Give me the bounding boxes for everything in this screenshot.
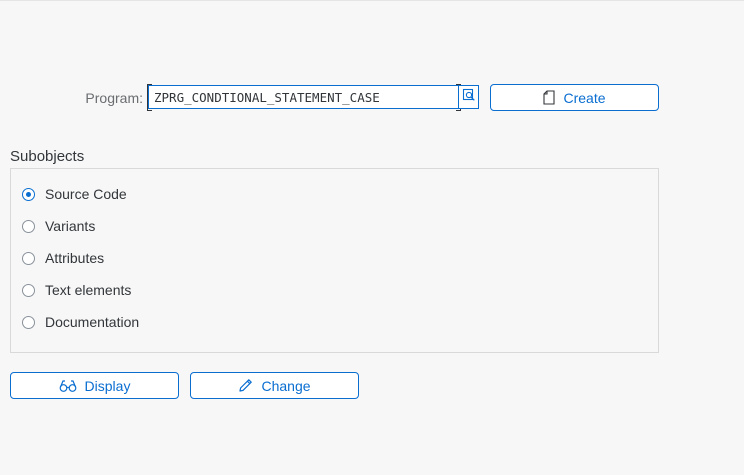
radio-label: Variants — [45, 218, 96, 234]
radio-button-checked[interactable] — [22, 187, 35, 201]
display-button[interactable]: Display — [10, 372, 179, 399]
glasses-icon — [59, 379, 77, 393]
radio-label: Source Code — [45, 186, 127, 202]
radio-text-elements[interactable]: Text elements — [22, 280, 131, 300]
subobjects-title: Subobjects — [10, 148, 85, 165]
program-label: Program: — [85, 90, 143, 106]
value-help-icon — [462, 88, 476, 107]
radio-source-code[interactable]: Source Code — [22, 184, 127, 204]
radio-button[interactable] — [22, 283, 35, 297]
program-input[interactable] — [154, 90, 454, 105]
radio-attributes[interactable]: Attributes — [22, 248, 104, 268]
display-button-label: Display — [84, 377, 131, 394]
program-input-field[interactable] — [147, 84, 461, 111]
change-button-label: Change — [261, 377, 311, 394]
radio-documentation[interactable]: Documentation — [22, 312, 139, 332]
focus-indicator-left — [147, 84, 152, 111]
pencil-icon — [238, 378, 253, 393]
radio-button[interactable] — [22, 315, 35, 329]
radio-label: Text elements — [45, 282, 132, 298]
radio-variants[interactable]: Variants — [22, 216, 95, 236]
radio-button[interactable] — [22, 219, 35, 233]
document-icon — [543, 90, 556, 105]
change-button[interactable]: Change — [190, 372, 359, 399]
create-button[interactable]: Create — [490, 84, 659, 111]
subobjects-group: Source Code Variants Attributes Text ele… — [10, 168, 659, 353]
value-help-button[interactable] — [459, 85, 479, 109]
create-button-label: Create — [563, 89, 606, 106]
radio-label: Attributes — [45, 250, 105, 266]
radio-label: Documentation — [45, 314, 140, 330]
divider — [0, 0, 744, 1]
radio-button[interactable] — [22, 251, 35, 265]
program-selection-screen: Program: Create Subobjects — [0, 0, 744, 475]
